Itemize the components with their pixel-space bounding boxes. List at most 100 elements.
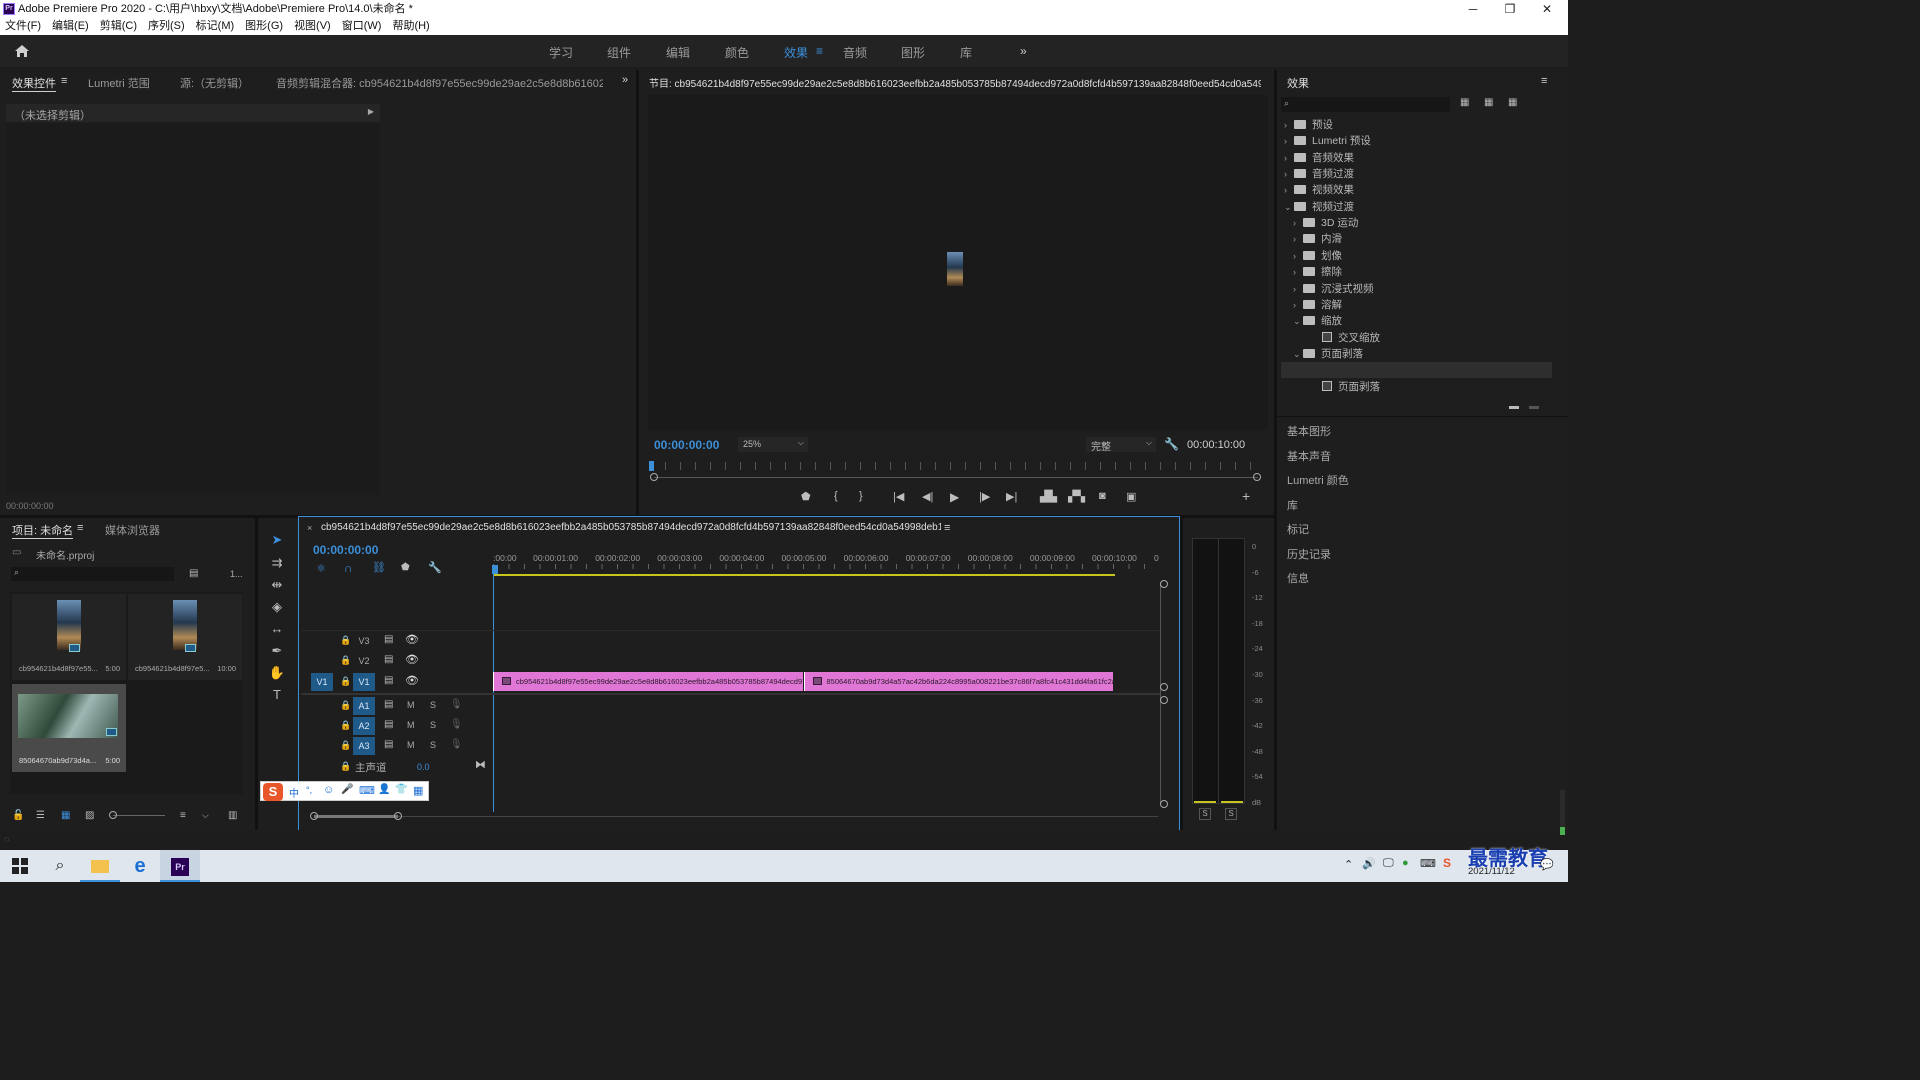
chevron-right-icon[interactable]: ›	[1284, 133, 1294, 149]
chevron-down-icon[interactable]: ⌄	[1293, 346, 1303, 362]
side-panel-item[interactable]: 标记	[1287, 521, 1309, 537]
expand-icon[interactable]: ▶	[368, 107, 374, 116]
ime-mode[interactable]: 中	[289, 785, 299, 800]
effects-folder[interactable]: ⌄ 缩放	[1284, 313, 1342, 329]
effects-folder[interactable]: ⌄ 页面剥落	[1284, 346, 1363, 362]
input-method-icon[interactable]: ⌨	[1420, 857, 1436, 870]
track-label-audio[interactable]: A1	[353, 697, 375, 715]
effects-folder[interactable]: › 预设	[1284, 117, 1333, 133]
lock-icon[interactable]: 🔒	[340, 655, 351, 666]
mute-button[interactable]: M	[407, 700, 415, 710]
menu-window[interactable]: 窗口(W)	[337, 18, 388, 35]
side-panel-item[interactable]: 库	[1287, 497, 1298, 513]
linked-selection-icon[interactable]: ⛓	[372, 561, 386, 574]
maximize-button[interactable]: ❐	[1493, 0, 1527, 18]
effects-folder[interactable]: › 划像	[1284, 248, 1342, 264]
new-bin-icon[interactable]: ▬	[1509, 401, 1519, 412]
camera-icon[interactable]: ◙	[1099, 490, 1106, 502]
mark-in-icon[interactable]: {	[834, 490, 838, 502]
security-icon[interactable]: ●	[1402, 857, 1409, 869]
sync-lock-icon[interactable]: ▤	[384, 699, 393, 710]
selection-tool-icon[interactable]: ➤	[268, 532, 286, 550]
effect-item[interactable]: 交叉缩放	[1284, 330, 1380, 346]
scroll-thumb[interactable]	[314, 815, 398, 818]
go-to-end-icon[interactable]: ⧓	[475, 758, 486, 771]
menu-view[interactable]: 视图(V)	[289, 18, 337, 35]
sync-lock-icon[interactable]: ▤	[384, 675, 393, 686]
home-icon[interactable]	[14, 44, 30, 58]
lift-icon[interactable]: ▟▙	[1040, 490, 1057, 503]
master-volume[interactable]: 0.0	[417, 762, 430, 772]
close-icon[interactable]: ×	[307, 523, 312, 533]
timeline-clip[interactable]: 85064670ab9d73d4a57ac42b6da224c8995a0082…	[803, 672, 1113, 691]
step-forward-icon[interactable]: |▶	[979, 490, 990, 503]
menu-sequence[interactable]: 序列(S)	[143, 18, 191, 35]
chevron-right-icon[interactable]: ›	[1293, 297, 1303, 313]
project-search-input[interactable]: ⌕	[11, 567, 174, 581]
go-to-in-icon[interactable]: |◀	[893, 490, 904, 503]
track-label-video[interactable]: V1	[353, 673, 375, 691]
workspace-audio[interactable]: 音频	[843, 44, 867, 61]
network-icon[interactable]: 🖵	[1383, 857, 1394, 870]
eye-icon[interactable]: 👁	[405, 674, 419, 687]
effects-folder[interactable]: › 溶解	[1284, 297, 1342, 313]
step-back-icon[interactable]: ◀|	[922, 490, 933, 503]
minimize-button[interactable]: ─	[1456, 0, 1490, 18]
sync-lock-icon[interactable]: ▤	[384, 739, 393, 750]
effects-folder[interactable]: › 内滑	[1284, 231, 1342, 247]
scroll-handle[interactable]	[1160, 800, 1168, 808]
track-label-video[interactable]: V3	[353, 632, 375, 650]
ime-emoji-icon[interactable]: ☺	[323, 784, 334, 796]
add-button-icon[interactable]: +	[1242, 488, 1250, 504]
trash-icon[interactable]: ▬	[1529, 401, 1539, 412]
yuv-effects-icon[interactable]: ▦	[1508, 97, 1517, 108]
scroll-handle[interactable]	[1160, 683, 1168, 691]
play-icon[interactable]: ▶	[950, 490, 959, 504]
effect-item[interactable]: 页面剥落	[1284, 379, 1380, 395]
lock-icon[interactable]: 🔒	[340, 700, 351, 711]
chevron-right-icon[interactable]: ›	[1284, 166, 1294, 182]
add-marker-icon[interactable]: ⬟	[801, 490, 811, 503]
razor-icon[interactable]: ◈	[268, 599, 286, 617]
ripple-edit-icon[interactable]: ⇹	[268, 577, 286, 595]
zoom-slider-handle[interactable]	[109, 811, 117, 819]
track-label-audio[interactable]: A3	[353, 737, 375, 755]
solo-button[interactable]: S	[430, 700, 436, 710]
effects-folder[interactable]: › 3D 运动	[1284, 215, 1358, 231]
workspace-learn[interactable]: 学习	[549, 44, 573, 61]
mute-button[interactable]: M	[407, 740, 415, 750]
snap-icon[interactable]: ∩	[344, 561, 353, 575]
more-tabs-icon[interactable]: »	[622, 74, 628, 86]
timeline-timecode[interactable]: 00:00:00:00	[313, 543, 378, 557]
scroll-handle[interactable]	[394, 812, 402, 820]
effects-folder[interactable]: › 音频过渡	[1284, 166, 1354, 182]
ruler-ticks[interactable]	[493, 564, 1158, 569]
lock-icon[interactable]: 🔒	[340, 720, 351, 731]
effects-folder[interactable]: ⌄ 视频过渡	[1284, 199, 1354, 215]
solo-button[interactable]: S	[430, 720, 436, 730]
mute-button[interactable]: M	[407, 720, 415, 730]
accelerated-effects-icon[interactable]: ▦	[1460, 97, 1469, 108]
ime-punctuation[interactable]: °,	[306, 785, 312, 795]
mic-icon[interactable]: 🎙	[450, 699, 463, 710]
menu-graphics[interactable]: 图形(G)	[240, 18, 289, 35]
track-label-video[interactable]: V2	[353, 652, 375, 670]
nest-icon[interactable]: ⚛	[316, 562, 326, 575]
chevron-right-icon[interactable]: ›	[1284, 117, 1294, 133]
solo-right-button[interactable]: S	[1225, 808, 1237, 820]
effects-folder[interactable]: › 视频效果	[1284, 182, 1354, 198]
chevron-right-icon[interactable]: ›	[1284, 182, 1294, 198]
chevron-right-icon[interactable]: ›	[1293, 231, 1303, 247]
lock-icon[interactable]: 🔒	[340, 676, 351, 687]
chevron-right-icon[interactable]: ›	[1293, 248, 1303, 264]
wrench-icon[interactable]: 🔧	[1164, 437, 1179, 451]
mic-icon[interactable]: 🎙	[450, 739, 463, 750]
program-playhead[interactable]	[649, 461, 654, 471]
program-scrollbar[interactable]	[654, 477, 1258, 478]
chevron-right-icon[interactable]: ›	[1293, 215, 1303, 231]
zoom-select[interactable]: 25% ⌵	[738, 437, 808, 452]
ime-toolbox-icon[interactable]: ▦	[413, 784, 423, 797]
menu-help[interactable]: 帮助(H)	[387, 18, 435, 35]
ime-skin-icon[interactable]: 👕	[395, 784, 407, 795]
track-label-audio[interactable]: A2	[353, 717, 375, 735]
